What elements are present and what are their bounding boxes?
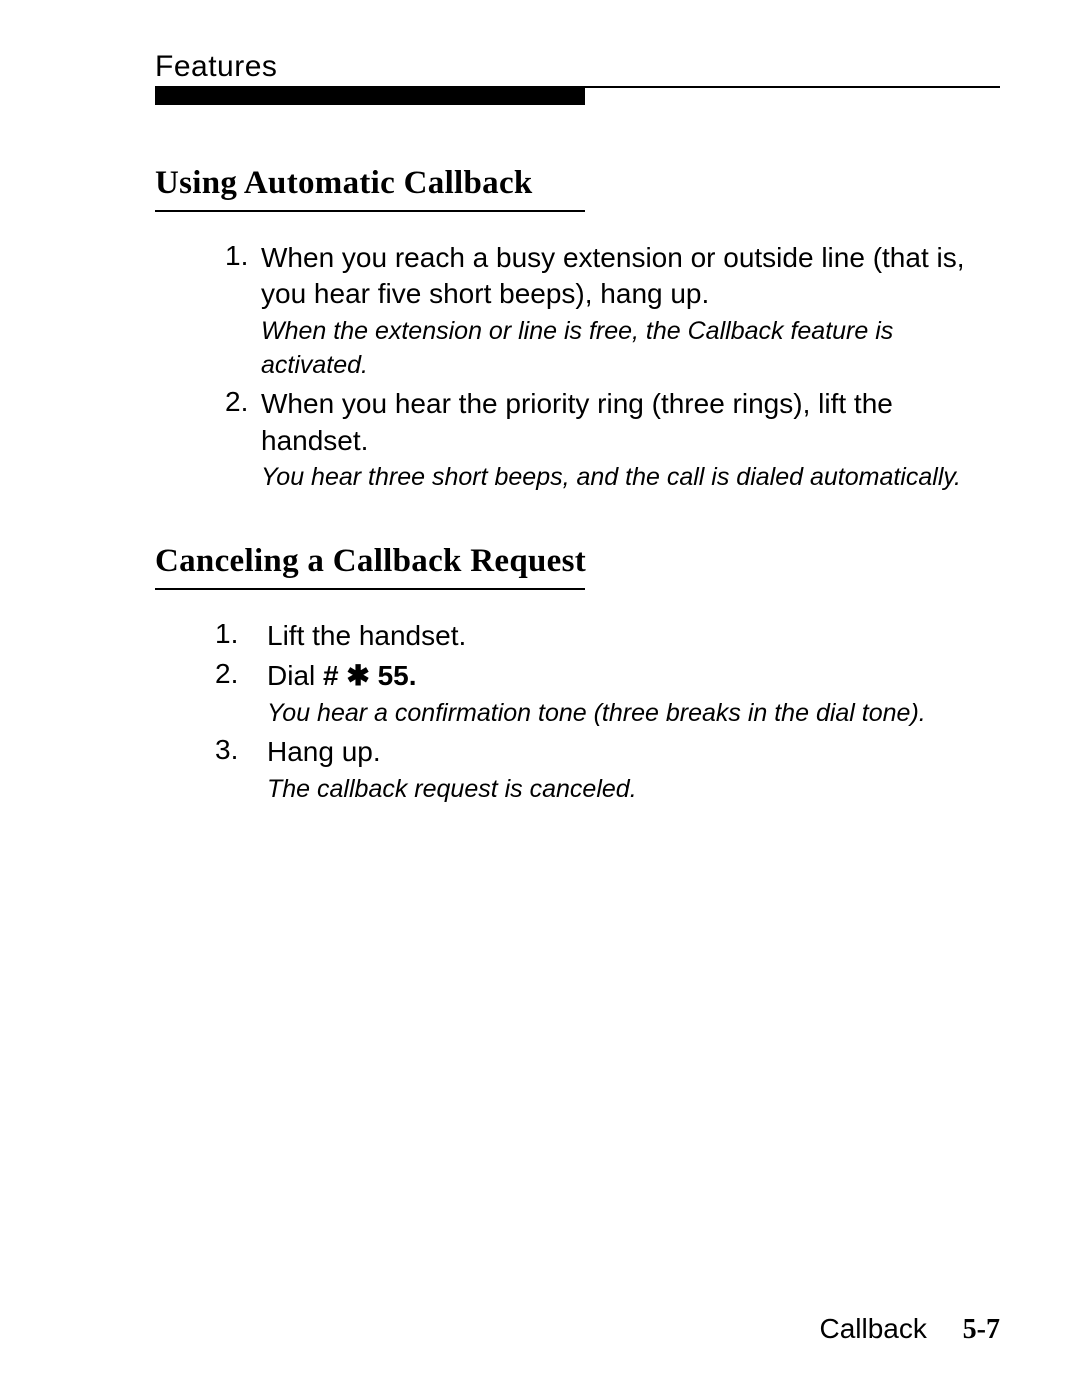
steps-section1: 1. When you reach a busy extension or ou… <box>225 240 1000 495</box>
step-number: 1. <box>225 240 261 272</box>
footer-label: Callback <box>820 1313 927 1344</box>
step-note: You hear three short beeps, and the call… <box>261 461 1000 495</box>
step-note: When the extension or line is free, the … <box>261 315 1000 383</box>
list-item: 2. When you hear the priority ring (thre… <box>225 386 1000 495</box>
list-item: 2. Dial # ✱ 55. You hear a confirmation … <box>215 658 1000 730</box>
step-note: The callback request is canceled. <box>267 773 1000 807</box>
page-header: Features <box>155 50 1000 84</box>
step-body: Hang up. The callback request is cancele… <box>267 734 1000 806</box>
section-title-canceling-callback: Canceling a Callback Request <box>155 543 1000 580</box>
step-body: Lift the handset. <box>267 618 1000 654</box>
step-number: 3. <box>215 734 267 766</box>
step-text: When you reach a busy extension or outsi… <box>261 240 1000 313</box>
page-footer: Callback 5-7 <box>820 1313 1001 1346</box>
step-text: Lift the handset. <box>267 618 1000 654</box>
footer-page-number: 5-7 <box>963 1314 1000 1345</box>
step-text: When you hear the priority ring (three r… <box>261 386 1000 459</box>
step-number: 2. <box>225 386 261 418</box>
step-body: When you hear the priority ring (three r… <box>261 386 1000 495</box>
step-body: Dial # ✱ 55. You hear a confirmation ton… <box>267 658 1000 730</box>
header-label: Features <box>155 50 277 84</box>
document-page: Features Using Automatic Callback 1. Whe… <box>0 0 1080 1391</box>
section-title-underline <box>155 588 585 590</box>
step-body: When you reach a busy extension or outsi… <box>261 240 1000 382</box>
step-text: Hang up. <box>267 734 1000 770</box>
step-note: You hear a confirmation tone (three brea… <box>267 697 1000 731</box>
steps-section2: 1. Lift the handset. 2. Dial # ✱ 55. You… <box>215 618 1000 807</box>
step-number: 1. <box>215 618 267 650</box>
step-number: 2. <box>215 658 267 690</box>
step-text: Dial # ✱ 55. <box>267 658 1000 694</box>
section-title-underline <box>155 210 585 212</box>
header-black-bar <box>155 87 585 105</box>
list-item: 1. When you reach a busy extension or ou… <box>225 240 1000 382</box>
list-item: 3. Hang up. The callback request is canc… <box>215 734 1000 806</box>
dial-code: # ✱ 55. <box>323 660 417 691</box>
list-item: 1. Lift the handset. <box>215 618 1000 654</box>
step-text-prefix: Dial <box>267 660 323 691</box>
section-title-using-automatic-callback: Using Automatic Callback <box>155 165 1000 202</box>
